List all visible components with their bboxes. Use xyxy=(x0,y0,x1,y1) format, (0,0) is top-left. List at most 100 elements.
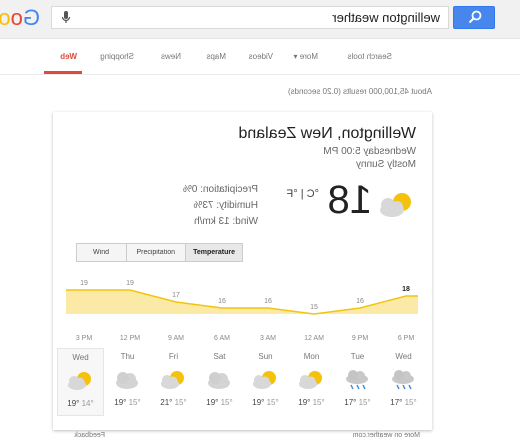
weather-tabs: Temperature Precipitation Wind xyxy=(76,243,243,262)
forecast-day[interactable]: Wed 19° 14° xyxy=(57,348,104,416)
low-temp: 15° xyxy=(128,398,141,407)
day-name: Sun xyxy=(258,352,273,361)
result-stats: About 45,100,000 results (0.20 seconds) xyxy=(287,87,432,96)
location-title: Wellington, New Zealand xyxy=(238,125,416,142)
tab-news[interactable]: News xyxy=(161,52,181,61)
search-input[interactable]: wellington weather xyxy=(51,6,449,29)
active-tab-underline xyxy=(44,71,82,74)
tab-web[interactable]: Web xyxy=(60,52,77,61)
high-temp: 19° xyxy=(114,398,127,407)
high-temp: 19° xyxy=(67,399,80,408)
tab-maps[interactable]: Maps xyxy=(206,52,226,61)
humidity-text: Humidity: 73% xyxy=(193,200,258,211)
tab-videos[interactable]: Videos xyxy=(249,52,273,61)
day-temperatures: 19° 15° xyxy=(243,398,288,407)
day-name: Sat xyxy=(213,352,226,361)
rain-icon xyxy=(390,368,416,397)
current-temperature: 18 xyxy=(327,178,373,222)
precipitation-text: Precipitation: 0% xyxy=(182,184,258,195)
high-temp: 17° xyxy=(344,398,357,407)
cloudy-icon xyxy=(114,368,140,397)
day-temperatures: 19° 15° xyxy=(289,398,334,407)
chart-area xyxy=(66,290,418,314)
x-tick-label: 6 PM xyxy=(398,335,415,342)
forecast-day[interactable]: Thu 19° 15° xyxy=(105,348,150,414)
low-temp: 15° xyxy=(404,398,417,407)
unit-toggle[interactable]: °C | °F xyxy=(287,188,319,200)
partly-sunny-icon xyxy=(298,368,324,397)
source-link[interactable]: More on weather.com xyxy=(353,432,420,439)
tab-more[interactable]: More ▾ xyxy=(294,52,318,61)
condition: Mostly Sunny xyxy=(355,159,416,170)
rain-icon xyxy=(344,368,370,397)
feedback-link[interactable]: Feedback xyxy=(74,432,105,439)
forecast-day[interactable]: Mon 19° 15° xyxy=(289,348,334,414)
data-label: 16 xyxy=(264,298,272,305)
x-tick-label: 3 PM xyxy=(76,335,93,342)
data-label: 16 xyxy=(218,298,226,305)
x-tick-label: 12 PM xyxy=(120,335,140,342)
day-name: Wed xyxy=(395,352,412,361)
forecast-day[interactable]: Sun 19° 15° xyxy=(243,348,288,414)
forecast-day[interactable]: Fri 21° 15° xyxy=(151,348,196,414)
tab-shopping[interactable]: Shopping xyxy=(100,52,134,61)
temperature-chart: 18 6 PM 16 9 PM 15 12 AM 16 3 AM 16 6 AM 17 9 AM 19 1… xyxy=(66,280,418,342)
day-temperatures: 17° 15° xyxy=(381,398,426,407)
high-temp: 19° xyxy=(298,398,311,407)
partly-sunny-icon xyxy=(67,369,93,398)
data-label: 18 xyxy=(402,286,410,293)
day-name: Wed xyxy=(72,353,89,362)
data-label: 17 xyxy=(172,292,180,299)
day-temperatures: 19° 14° xyxy=(58,399,103,408)
high-temp: 19° xyxy=(206,398,219,407)
low-temp: 15° xyxy=(174,398,187,407)
partly-sunny-icon xyxy=(252,368,278,397)
day-temperatures: 17° 15° xyxy=(335,398,380,407)
high-temp: 21° xyxy=(160,398,173,407)
partly-sunny-icon xyxy=(380,193,411,217)
card-footer: More on weather.com Feedback xyxy=(53,432,432,442)
day-name: Fri xyxy=(168,352,179,361)
forecast-day[interactable]: Sat 19° 15° xyxy=(197,348,242,414)
cloudy-icon xyxy=(206,368,232,397)
search-button[interactable] xyxy=(453,6,495,29)
low-temp: 15° xyxy=(220,398,233,407)
x-tick-label: 9 AM xyxy=(168,335,184,342)
weather-card: Wellington, New Zealand Wednesday 5:00 P… xyxy=(53,112,432,430)
forecast-day[interactable]: Tue 17° 15° xyxy=(335,348,380,414)
partly-sunny-icon xyxy=(160,368,186,397)
search-nav: Web Shopping News Maps Videos More ▾ Sea… xyxy=(0,40,520,75)
day-name: Mon xyxy=(303,352,320,361)
tab-temperature[interactable]: Temperature xyxy=(185,243,243,262)
tab-search-tools[interactable]: Search tools xyxy=(348,52,392,61)
day-temperatures: 19° 15° xyxy=(197,398,242,407)
search-icon xyxy=(468,10,482,24)
day-name: Tue xyxy=(350,352,365,361)
data-label: 19 xyxy=(126,280,134,287)
wind-text: Wind: 13 km/h xyxy=(194,216,258,227)
tab-wind[interactable]: Wind xyxy=(76,243,127,262)
forecast-day[interactable]: Wed 17° 15° xyxy=(381,348,426,414)
data-label: 15 xyxy=(310,304,318,311)
data-label: 19 xyxy=(80,280,88,287)
tab-precipitation[interactable]: Precipitation xyxy=(126,243,186,262)
microphone-icon[interactable] xyxy=(58,9,74,25)
data-label: 16 xyxy=(356,298,364,305)
google-logo[interactable]: Google xyxy=(0,6,40,30)
day-temperatures: 21° 15° xyxy=(151,398,196,407)
date-time: Wednesday 5:00 PM xyxy=(323,146,416,157)
low-temp: 15° xyxy=(358,398,371,407)
low-temp: 14° xyxy=(81,399,94,408)
day-temperatures: 19° 15° xyxy=(105,398,150,407)
x-tick-label: 3 AM xyxy=(260,335,276,342)
daily-forecast: Wed 19° 14° Thu 19° 15° Fri 21° 15° Sat 19° 15°… xyxy=(56,348,426,416)
search-query[interactable]: wellington weather xyxy=(332,10,440,25)
x-tick-label: 6 AM xyxy=(214,335,230,342)
high-temp: 19° xyxy=(252,398,265,407)
x-tick-label: 9 PM xyxy=(352,335,369,342)
high-temp: 17° xyxy=(390,398,403,407)
day-name: Thu xyxy=(120,352,135,361)
low-temp: 15° xyxy=(266,398,279,407)
low-temp: 15° xyxy=(312,398,325,407)
x-tick-label: 12 AM xyxy=(304,335,324,342)
